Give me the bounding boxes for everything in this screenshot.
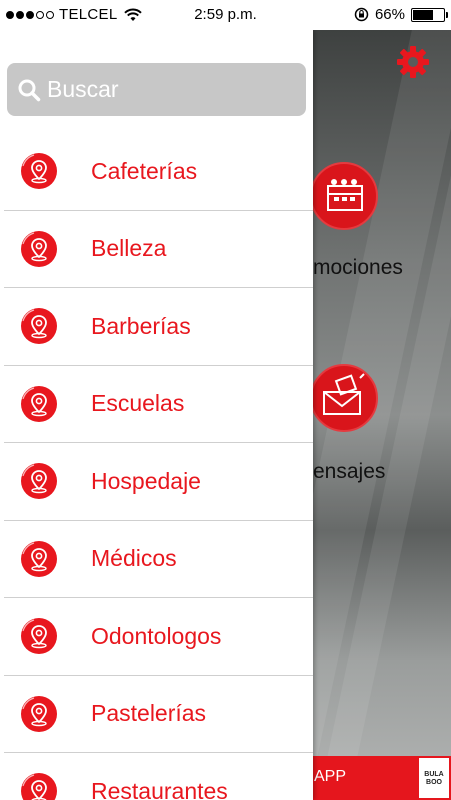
rotation-lock-icon xyxy=(354,7,369,22)
menu-item[interactable]: Cafeterías xyxy=(4,133,313,211)
messages-button[interactable] xyxy=(310,364,378,432)
menu-item-label: Restaurantes xyxy=(91,777,228,800)
menu-item[interactable]: Barberías xyxy=(4,288,313,366)
menu-item[interactable]: Hospedaje xyxy=(4,443,313,521)
envelope-icon xyxy=(323,373,365,415)
location-pin-icon xyxy=(21,695,57,732)
logo-text-1: BULA xyxy=(424,771,444,778)
wifi-icon xyxy=(123,8,142,21)
search-input[interactable] xyxy=(47,76,287,103)
location-pin-icon xyxy=(21,153,57,190)
signal-strength-icon xyxy=(6,10,54,19)
menu-item-label: Médicos xyxy=(91,545,177,572)
status-left: TELCEL xyxy=(6,6,142,23)
menu-item-label: Barberías xyxy=(91,312,191,339)
battery-icon xyxy=(411,7,448,22)
menu-item-label: Cafeterías xyxy=(91,157,198,184)
menu-item[interactable]: Belleza xyxy=(4,211,313,288)
search-bar[interactable] xyxy=(7,63,306,116)
logo-text-2: BOO xyxy=(426,779,442,786)
location-pin-icon xyxy=(21,385,57,422)
location-pin-icon xyxy=(21,230,57,267)
menu-item-label: Escuelas xyxy=(91,390,185,417)
menu-item[interactable]: Escuelas xyxy=(4,366,313,443)
menu-item-label: Pastelerías xyxy=(91,700,207,727)
menu-item[interactable]: Restaurantes xyxy=(4,753,313,800)
status-right: 66% xyxy=(354,6,448,23)
location-pin-icon xyxy=(21,773,57,800)
search-icon xyxy=(18,79,41,101)
location-pin-icon xyxy=(21,618,57,655)
menu-item[interactable]: Pastelerías xyxy=(4,676,313,753)
location-pin-icon xyxy=(21,463,57,500)
messages-label: ensajes xyxy=(313,460,386,483)
status-bar: TELCEL 2:59 p.m. 66% xyxy=(0,0,451,30)
menu-item-label: Odontologos xyxy=(91,622,222,649)
promotions-label: mociones xyxy=(313,256,403,279)
menu-item-label: Hospedaje xyxy=(91,467,201,494)
menu-item-label: Belleza xyxy=(91,235,167,262)
battery-percent: 66% xyxy=(374,6,405,23)
carrier-name: TELCEL xyxy=(59,6,118,23)
calendar-icon xyxy=(327,179,363,211)
bottom-banner-text: APP xyxy=(314,768,347,785)
location-pin-icon xyxy=(21,540,57,577)
promotions-button[interactable] xyxy=(310,162,378,230)
side-drawer: Cafeterías Belleza Barberías Escuelas Ho… xyxy=(0,30,313,800)
gear-icon[interactable] xyxy=(396,45,430,79)
category-list: Cafeterías Belleza Barberías Escuelas Ho… xyxy=(0,133,313,800)
menu-item[interactable]: Odontologos xyxy=(4,598,313,676)
battery-level xyxy=(413,9,433,20)
menu-item[interactable]: Médicos xyxy=(4,521,313,598)
location-pin-icon xyxy=(21,308,57,345)
app-logo: BULA BOO xyxy=(419,758,449,798)
